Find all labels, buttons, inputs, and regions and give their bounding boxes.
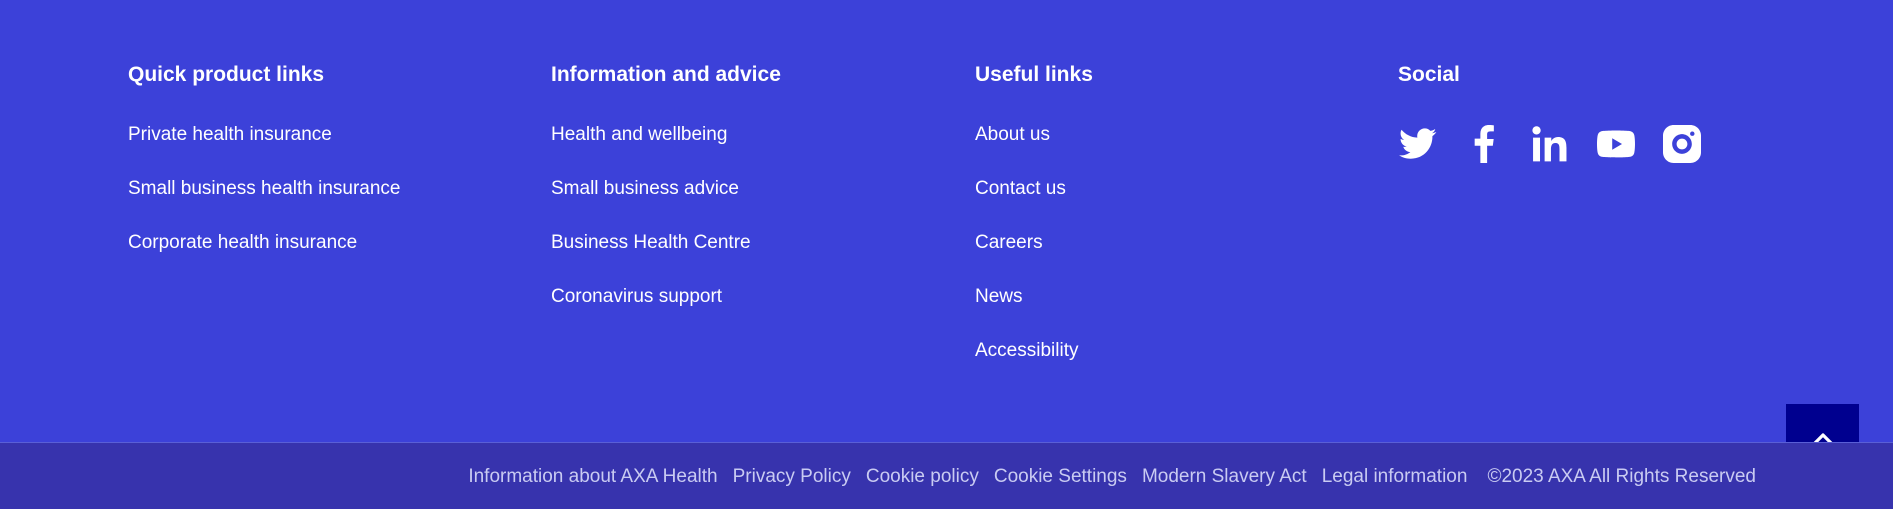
list-item: Private health insurance — [128, 124, 401, 178]
cookie-policy-link[interactable]: Cookie policy — [866, 466, 979, 488]
list-item: News — [975, 286, 1093, 340]
coronavirus-support-link[interactable]: Coronavirus support — [551, 286, 722, 308]
instagram-icon[interactable] — [1662, 124, 1701, 163]
information-about-axa-health-link[interactable]: Information about AXA Health — [468, 466, 717, 488]
business-health-centre-link[interactable]: Business Health Centre — [551, 232, 751, 254]
useful-links-heading: Useful links — [975, 63, 1093, 86]
about-us-link[interactable]: About us — [975, 124, 1050, 146]
list-item: Contact us — [975, 178, 1093, 232]
youtube-icon[interactable] — [1596, 124, 1635, 163]
privacy-policy-link[interactable]: Privacy Policy — [733, 466, 851, 488]
small-business-advice-link[interactable]: Small business advice — [551, 178, 739, 200]
quick-product-links-list: Private health insurance Small business … — [128, 124, 401, 286]
copyright-text: ©2023 AXA All Rights Reserved — [1487, 465, 1756, 487]
social-column: Social — [1398, 60, 1701, 163]
list-item: Business Health Centre — [551, 232, 781, 286]
health-wellbeing-link[interactable]: Health and wellbeing — [551, 124, 727, 146]
twitter-icon[interactable] — [1398, 124, 1437, 163]
linkedin-icon[interactable] — [1530, 124, 1569, 163]
facebook-icon[interactable] — [1464, 124, 1503, 163]
corporate-health-insurance-link[interactable]: Corporate health insurance — [128, 232, 357, 254]
useful-links-list: About us Contact us Careers News Accessi… — [975, 124, 1093, 394]
careers-link[interactable]: Careers — [975, 232, 1043, 254]
cookie-settings-link[interactable]: Cookie Settings — [994, 466, 1127, 488]
list-item: Coronavirus support — [551, 286, 781, 340]
accessibility-link[interactable]: Accessibility — [975, 340, 1078, 362]
information-advice-list: Health and wellbeing Small business advi… — [551, 124, 781, 340]
modern-slavery-act-link[interactable]: Modern Slavery Act — [1142, 466, 1307, 488]
list-item: Careers — [975, 232, 1093, 286]
legal-information-link[interactable]: Legal information — [1322, 466, 1468, 488]
useful-links-column: Useful links About us Contact us Careers… — [975, 60, 1093, 394]
information-advice-heading: Information and advice — [551, 63, 781, 86]
footer-bottom-bar: Information about AXA Health Privacy Pol… — [0, 442, 1893, 509]
legal-links: Information about AXA Health Privacy Pol… — [468, 443, 1756, 509]
social-icons — [1398, 124, 1701, 163]
contact-us-link[interactable]: Contact us — [975, 178, 1066, 200]
information-advice-column: Information and advice Health and wellbe… — [551, 60, 781, 340]
news-link[interactable]: News — [975, 286, 1023, 308]
list-item: Corporate health insurance — [128, 232, 401, 286]
private-health-insurance-link[interactable]: Private health insurance — [128, 124, 332, 146]
quick-product-links-heading: Quick product links — [128, 63, 325, 86]
list-item: Health and wellbeing — [551, 124, 781, 178]
list-item: About us — [975, 124, 1093, 178]
list-item: Accessibility — [975, 340, 1093, 394]
quick-product-links-column: Quick product links Private health insur… — [128, 60, 401, 286]
small-business-health-insurance-link[interactable]: Small business health insurance — [128, 178, 401, 200]
footer-main: Quick product links Private health insur… — [0, 0, 1893, 476]
social-heading: Social — [1398, 63, 1460, 86]
list-item: Small business advice — [551, 178, 781, 232]
list-item: Small business health insurance — [128, 178, 401, 232]
